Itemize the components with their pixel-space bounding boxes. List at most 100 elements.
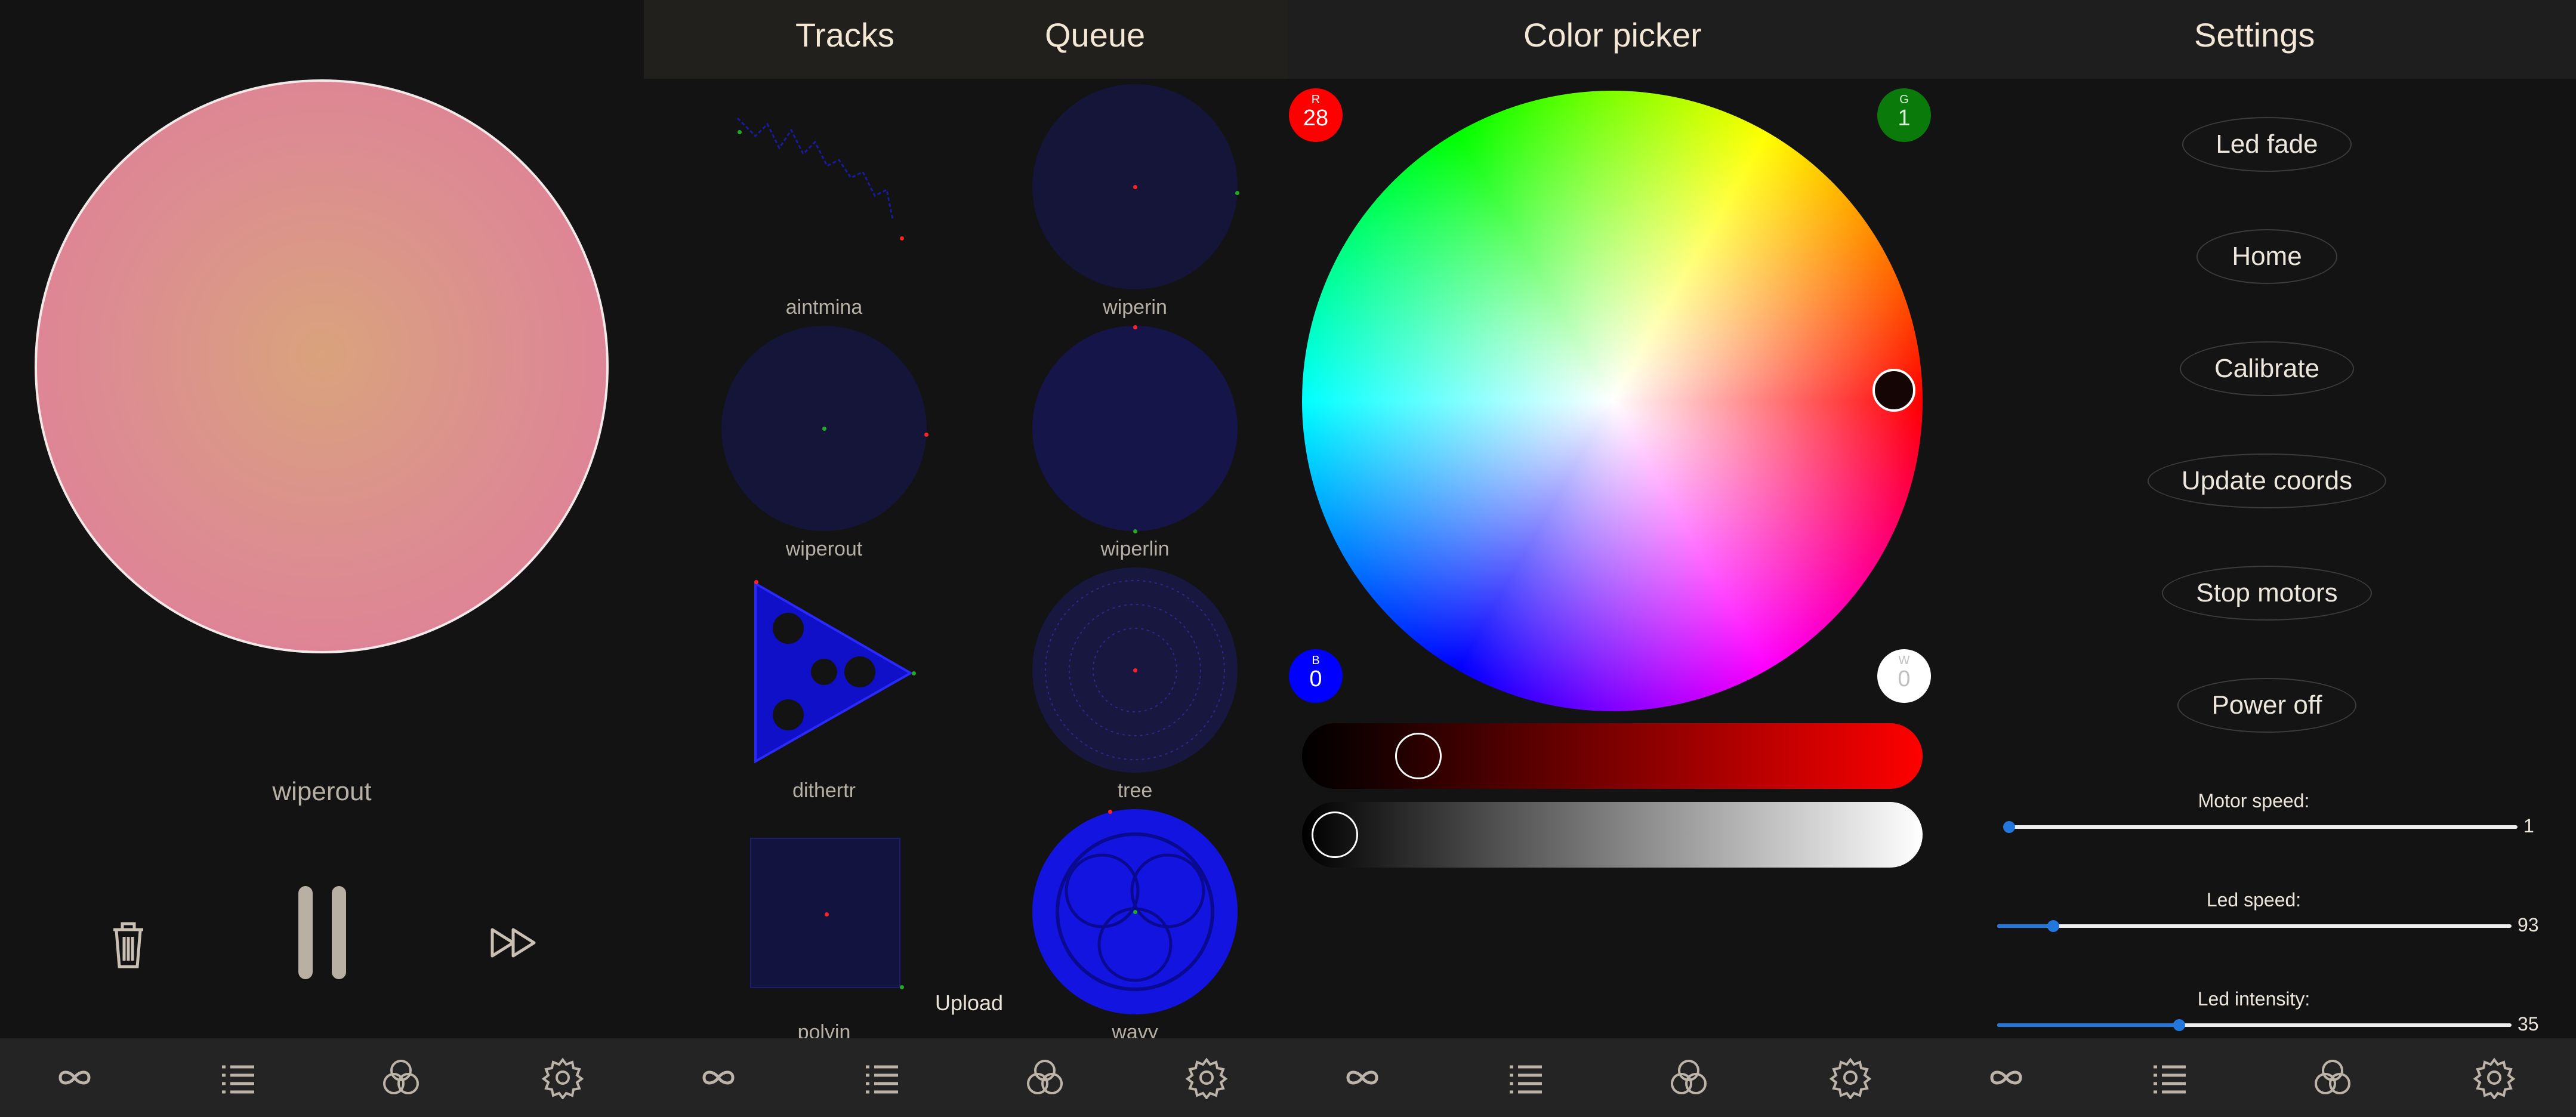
channel-w-badge: W 0 xyxy=(1877,649,1931,703)
track-item[interactable]: aintmina xyxy=(717,82,931,319)
track-thumbnail xyxy=(1031,566,1239,775)
sand-table-preview xyxy=(35,79,609,653)
nav-tracks[interactable] xyxy=(857,1055,905,1100)
nav-tracks[interactable] xyxy=(2145,1055,2193,1100)
color-circles-icon xyxy=(1027,1060,1063,1094)
white-slider[interactable] xyxy=(1302,802,1923,868)
color-circles-icon xyxy=(1671,1060,1707,1094)
nav-tracks[interactable] xyxy=(214,1055,261,1100)
led-intensity-knob[interactable] xyxy=(2173,1019,2185,1031)
bottom-nav xyxy=(0,1038,644,1117)
infinity-icon xyxy=(1990,1070,2022,1085)
led-speed-label: Led speed: xyxy=(2206,889,2302,911)
tab-queue[interactable]: Queue xyxy=(1045,16,1145,54)
track-item[interactable]: polyin xyxy=(717,807,931,1044)
track-thumbnail xyxy=(1031,82,1239,291)
track-item[interactable]: wiperout xyxy=(717,324,931,561)
bottom-nav xyxy=(1932,1038,2576,1117)
white-slider-knob[interactable] xyxy=(1312,811,1358,858)
color-circles-icon xyxy=(383,1060,419,1094)
led-speed-value: 93 xyxy=(2518,914,2539,936)
delete-button[interactable] xyxy=(107,918,149,971)
track-thumbnail xyxy=(720,82,928,291)
led-speed-knob[interactable] xyxy=(2047,920,2060,932)
color-wheel[interactable] xyxy=(1302,91,1923,711)
gear-icon xyxy=(1185,1057,1228,1099)
tracks-header: Tracks Queue xyxy=(644,0,1288,79)
track-thumbnail xyxy=(720,566,928,775)
channel-g-badge: G 1 xyxy=(1877,88,1931,142)
infinity-icon xyxy=(702,1070,735,1085)
settings-header: Settings xyxy=(1932,0,2576,79)
nav-settings[interactable] xyxy=(1183,1055,1230,1100)
page-title: Settings xyxy=(2194,16,2315,54)
track-label: aintmina xyxy=(785,296,863,319)
nav-settings[interactable] xyxy=(539,1055,587,1100)
color-circles-icon xyxy=(2315,1060,2350,1094)
led-intensity-slider[interactable] xyxy=(1997,1019,2512,1031)
motor-speed-slider[interactable] xyxy=(2003,821,2518,833)
fast-forward-icon xyxy=(490,928,536,958)
infinity-icon xyxy=(58,1070,91,1085)
channel-r-badge: R 28 xyxy=(1289,88,1343,142)
gear-icon xyxy=(541,1057,584,1099)
gear-icon xyxy=(2473,1057,2516,1099)
update-coords-button[interactable]: Update coords xyxy=(2148,453,2386,508)
list-icon xyxy=(2154,1065,2186,1094)
track-label: dithertr xyxy=(792,779,856,802)
now-playing-title: wiperout xyxy=(272,777,372,806)
led-speed-slider[interactable] xyxy=(1997,920,2512,932)
nav-color[interactable] xyxy=(1021,1055,1069,1100)
infinity-icon xyxy=(1346,1070,1378,1085)
skip-button[interactable] xyxy=(489,925,543,961)
settings-screen: Settings Led fade Home Calibrate Update … xyxy=(1932,0,2576,1117)
nav-color[interactable] xyxy=(377,1055,425,1100)
nav-player[interactable] xyxy=(695,1055,742,1100)
led-intensity-label: Led intensity: xyxy=(2197,988,2310,1010)
track-item[interactable]: dithertr xyxy=(717,566,931,803)
red-slider[interactable] xyxy=(1302,723,1923,789)
player-screen: wiperout xyxy=(0,0,644,1117)
track-item[interactable]: wavy xyxy=(1028,807,1242,1044)
list-icon xyxy=(222,1065,254,1094)
track-label: tree xyxy=(1117,779,1153,802)
led-fade-button[interactable]: Led fade xyxy=(2182,117,2352,172)
gear-icon xyxy=(1829,1057,1872,1099)
nav-player[interactable] xyxy=(1338,1055,1386,1100)
led-intensity-value: 35 xyxy=(2518,1013,2539,1035)
color-wheel-handle[interactable] xyxy=(1872,369,1915,412)
calibrate-button[interactable]: Calibrate xyxy=(2180,341,2354,396)
tracks-screen: Tracks Queue aintmina wiperin wiperout w… xyxy=(644,0,1288,1117)
track-label: wiperlin xyxy=(1100,538,1170,560)
pause-button[interactable] xyxy=(292,886,352,982)
nav-tracks[interactable] xyxy=(1501,1055,1549,1100)
list-icon xyxy=(1510,1065,1542,1094)
nav-player[interactable] xyxy=(51,1055,98,1100)
nav-color[interactable] xyxy=(1665,1055,1713,1100)
motor-speed-knob[interactable] xyxy=(2003,821,2015,833)
nav-settings[interactable] xyxy=(1827,1055,1874,1100)
stop-motors-button[interactable]: Stop motors xyxy=(2162,566,2372,621)
screens-container: wiperout Tracks Queue aintmina wiperin w… xyxy=(0,0,2576,1117)
track-item[interactable]: wiperin xyxy=(1028,82,1242,319)
channel-b-value: 0 xyxy=(1309,667,1322,692)
page-title: Color picker xyxy=(1523,16,1702,54)
list-icon xyxy=(866,1065,898,1094)
color-picker-screen: Color picker R 28 G 1 B 0 W 0 xyxy=(1288,0,1932,1117)
track-item[interactable]: tree xyxy=(1028,566,1242,803)
home-button[interactable]: Home xyxy=(2196,229,2337,284)
motor-speed-label: Motor speed: xyxy=(2198,790,2310,811)
bottom-nav xyxy=(644,1038,1288,1117)
nav-settings[interactable] xyxy=(2470,1055,2518,1100)
power-off-button[interactable]: Power off xyxy=(2177,678,2356,733)
track-label: wiperout xyxy=(785,538,863,560)
motor-speed-value: 1 xyxy=(2523,815,2534,837)
upload-button[interactable]: Upload xyxy=(935,991,1003,1016)
red-slider-knob[interactable] xyxy=(1395,733,1442,779)
nav-color[interactable] xyxy=(2309,1055,2356,1100)
track-item[interactable]: wiperlin xyxy=(1028,324,1242,561)
track-thumbnail xyxy=(720,807,928,1016)
tab-tracks[interactable]: Tracks xyxy=(795,16,894,54)
nav-player[interactable] xyxy=(1982,1055,2030,1100)
track-label: wiperin xyxy=(1103,296,1167,319)
